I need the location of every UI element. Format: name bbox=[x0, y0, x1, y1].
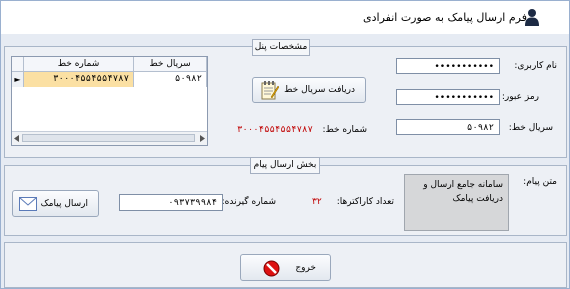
recipient-label: شماره گیرنده: bbox=[221, 197, 276, 207]
char-count-label: تعداد کاراکترها: bbox=[336, 197, 394, 207]
char-count-value: ۳۲ bbox=[312, 197, 322, 207]
grid-cell-serial: ۵۰۹۸۲ bbox=[134, 72, 207, 87]
table-row[interactable]: ► ۵۰۹۸۲ ۳۰۰۰۴۵۵۴۵۵۴۷۸۷ bbox=[12, 72, 207, 87]
exit-button[interactable]: خروج bbox=[240, 254, 331, 281]
exit-icon bbox=[263, 260, 280, 277]
serial-label: سریال خط: bbox=[508, 123, 553, 133]
line-grid[interactable]: سریال خط شماره خط ► ۵۰۹۸۲ ۳۰۰۰۴۵۵۴۵۵۴۷۸۷ bbox=[11, 56, 208, 146]
password-field[interactable]: ••••••••••• bbox=[396, 89, 500, 105]
grid-cell-number: ۳۰۰۰۴۵۵۴۵۵۴۷۸۷ bbox=[24, 72, 134, 87]
panel-legend: مشخصات پنل bbox=[252, 39, 310, 56]
grid-header-serial[interactable]: سریال خط bbox=[134, 57, 207, 72]
username-field[interactable]: ••••••••••• bbox=[396, 58, 500, 74]
line-number-label: شماره خط: bbox=[322, 125, 367, 135]
window-title: فرم ارسال پیامک به صورت انفرادی bbox=[363, 11, 527, 24]
grid-horizontal-scrollbar[interactable] bbox=[12, 131, 207, 145]
scroll-thumb[interactable] bbox=[22, 134, 195, 142]
password-label: رمز عبور: bbox=[501, 92, 539, 102]
send-sms-label: ارسال پیامک bbox=[40, 199, 88, 209]
title-bar: فرم ارسال پیامک به صورت انفرادی bbox=[1, 1, 569, 34]
message-text-label: متن پیام: bbox=[523, 177, 557, 187]
notepad-icon bbox=[261, 81, 279, 100]
user-icon bbox=[525, 9, 539, 26]
scroll-right-icon[interactable] bbox=[199, 135, 205, 142]
message-legend: بخش ارسال پیام bbox=[250, 157, 320, 174]
message-textarea[interactable]: سامانه جامع ارسال و دریافت پیامک bbox=[404, 174, 509, 231]
grid-corner bbox=[12, 57, 24, 72]
username-label: نام کاربری: bbox=[514, 61, 557, 71]
send-sms-button[interactable]: ارسال پیامک bbox=[12, 190, 99, 217]
exit-label: خروج bbox=[295, 263, 316, 273]
serial-field[interactable]: ۵۰۹۸۲ bbox=[396, 119, 500, 135]
recipient-field[interactable]: ۰۹۳۷۳۹۹۸۴ bbox=[119, 194, 223, 211]
send-sms-icon bbox=[19, 197, 37, 211]
line-number-value: ۳۰۰۰۴۵۵۴۵۵۴۷۸۷ bbox=[237, 125, 313, 135]
row-indicator: ► bbox=[12, 72, 24, 87]
get-serial-label: دریافت سریال خط bbox=[284, 85, 355, 95]
get-serial-button[interactable]: دریافت سریال خط bbox=[252, 77, 366, 103]
grid-header-number[interactable]: شماره خط bbox=[24, 57, 134, 72]
scroll-left-icon[interactable] bbox=[14, 135, 20, 142]
main-window: فرم ارسال پیامک به صورت انفرادی مشخصات پ… bbox=[0, 0, 570, 289]
